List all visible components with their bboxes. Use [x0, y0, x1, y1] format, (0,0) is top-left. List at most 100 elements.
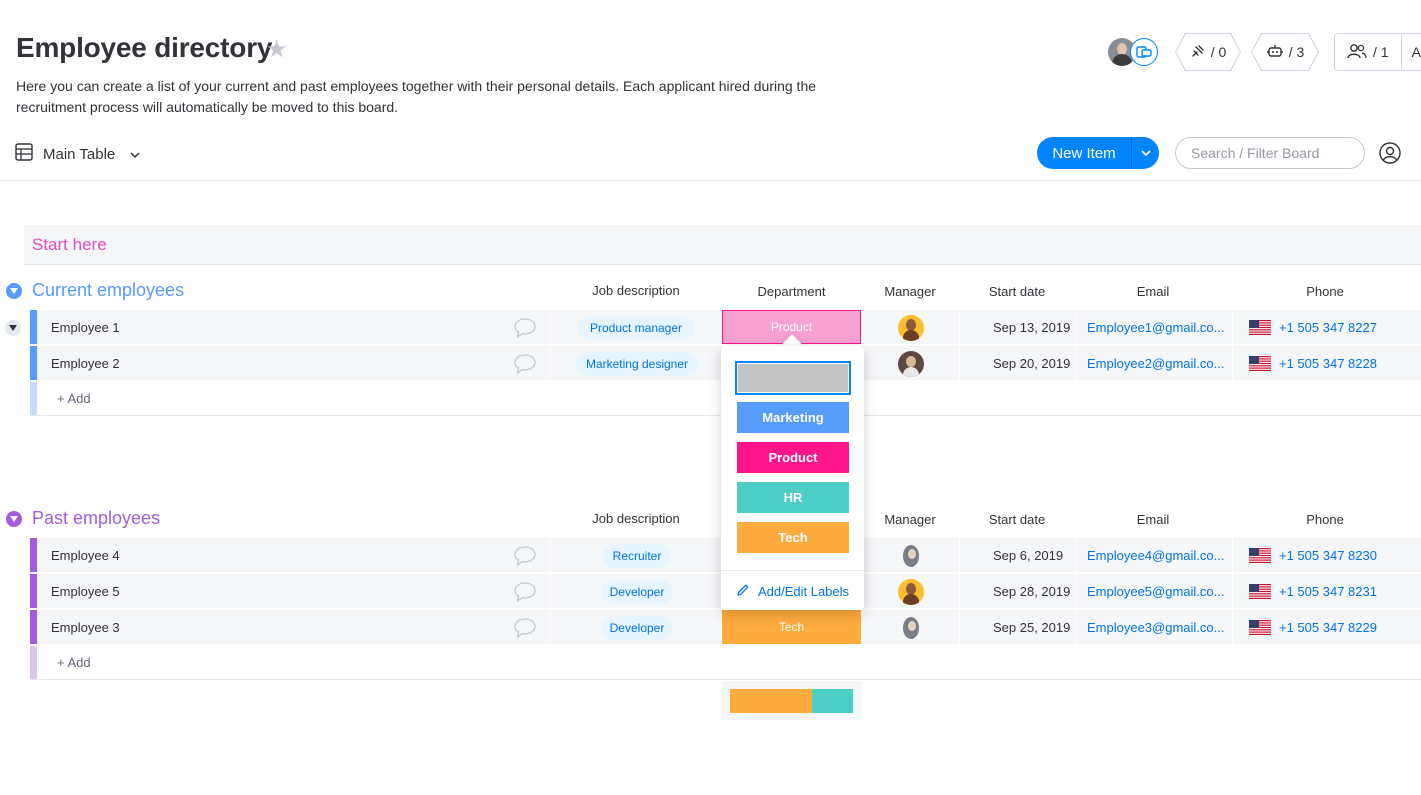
- item-name[interactable]: Employee 5: [51, 574, 120, 608]
- board-title[interactable]: Employee directory: [16, 32, 272, 64]
- phone-cell[interactable]: +1 505 347 8227: [1249, 310, 1377, 344]
- integrations-button[interactable]: / 0: [1175, 33, 1241, 71]
- edit-labels-button[interactable]: Add/Edit Labels: [721, 572, 864, 610]
- job-tag[interactable]: Recruiter: [603, 544, 671, 568]
- automations-count: / 3: [1288, 44, 1305, 60]
- column-header-email[interactable]: Email: [1083, 512, 1223, 527]
- chat-bubble-icon[interactable]: [513, 617, 537, 639]
- phone-cell[interactable]: +1 505 347 8228: [1249, 346, 1377, 380]
- add-item-label[interactable]: + Add: [57, 646, 91, 679]
- new-item-dropdown-icon[interactable]: [1131, 137, 1159, 169]
- department-summary[interactable]: [722, 681, 861, 720]
- label-option-product[interactable]: Product: [737, 442, 849, 473]
- start-date[interactable]: Sep 20, 2019: [993, 346, 1070, 380]
- phone-cell[interactable]: +1 505 347 8229: [1249, 610, 1377, 644]
- row-menu-icon[interactable]: [5, 320, 21, 336]
- department-cell[interactable]: Tech: [722, 610, 861, 644]
- board-description[interactable]: Here you can create a list of your curre…: [16, 76, 836, 118]
- members-icon: [1347, 43, 1367, 62]
- phone-cell[interactable]: +1 505 347 8230: [1249, 538, 1377, 572]
- robot-icon: [1266, 43, 1284, 62]
- label-option-blank[interactable]: [735, 361, 851, 395]
- start-date[interactable]: Sep 25, 2019: [993, 610, 1070, 644]
- column-header-manager[interactable]: Manager: [860, 284, 960, 299]
- person-filter-icon[interactable]: [1379, 142, 1401, 164]
- item-name[interactable]: Employee 4: [51, 538, 120, 572]
- start-date[interactable]: Sep 6, 2019: [993, 538, 1063, 572]
- manager-avatar[interactable]: [898, 351, 924, 377]
- label-option-tech[interactable]: Tech: [737, 522, 849, 553]
- manager-avatar[interactable]: [898, 543, 924, 569]
- column-header-phone[interactable]: Phone: [1255, 284, 1395, 299]
- chat-bubble-icon[interactable]: [513, 545, 537, 567]
- add-item-label[interactable]: + Add: [57, 382, 91, 415]
- group-collapse-icon[interactable]: [6, 510, 22, 527]
- activity-separator: [1400, 33, 1402, 71]
- group-header-past[interactable]: Past employees: [6, 508, 160, 529]
- board-owner-avatars[interactable]: [1108, 38, 1160, 66]
- automations-button[interactable]: / 3: [1251, 33, 1319, 71]
- start-date[interactable]: Sep 28, 2019: [993, 574, 1070, 608]
- us-flag-icon: [1249, 583, 1271, 599]
- manager-avatar[interactable]: [898, 615, 924, 641]
- us-flag-icon: [1249, 355, 1271, 371]
- group-collapse-icon[interactable]: [6, 282, 22, 299]
- label-option-hr[interactable]: HR: [737, 482, 849, 513]
- new-item-label: New Item: [1052, 144, 1116, 162]
- group-start-here[interactable]: Start here: [24, 225, 1421, 265]
- column-header-email[interactable]: Email: [1083, 284, 1223, 299]
- email-link[interactable]: Employee3@gmail.co...: [1087, 610, 1224, 644]
- job-tag[interactable]: Developer: [601, 616, 673, 640]
- manager-avatar[interactable]: [898, 315, 924, 341]
- group-title[interactable]: Past employees: [32, 508, 160, 529]
- activity-label[interactable]: Ac: [1412, 44, 1421, 60]
- members-count: / 1: [1373, 44, 1389, 60]
- cell-separator: [1232, 610, 1233, 644]
- email-link[interactable]: Employee2@gmail.co...: [1087, 346, 1224, 380]
- group-title[interactable]: Current employees: [32, 280, 184, 301]
- chat-bubble-icon[interactable]: [513, 353, 537, 375]
- label-option-marketing[interactable]: Marketing: [737, 402, 849, 433]
- item-name[interactable]: Employee 3: [51, 610, 120, 644]
- favorite-star-icon[interactable]: ★: [266, 38, 288, 62]
- group-title[interactable]: Start here: [32, 235, 107, 255]
- email-link[interactable]: Employee4@gmail.co...: [1087, 538, 1224, 572]
- view-selector[interactable]: Main Table: [15, 143, 141, 165]
- job-tag[interactable]: Product manager: [578, 316, 694, 340]
- phone-cell[interactable]: +1 505 347 8231: [1249, 574, 1377, 608]
- table-row[interactable]: Employee 1 Product manager Product Sep 1…: [30, 310, 1421, 345]
- cell-separator: [550, 310, 551, 344]
- column-header-job[interactable]: Job description: [566, 511, 706, 526]
- job-tag[interactable]: Developer: [601, 580, 673, 604]
- manager-avatar[interactable]: [898, 579, 924, 605]
- edit-labels-label: Add/Edit Labels: [757, 583, 850, 599]
- search-input[interactable]: Search / Filter Board: [1175, 137, 1365, 169]
- new-item-button[interactable]: New Item: [1037, 137, 1159, 169]
- chat-bubble-icon[interactable]: [513, 317, 537, 339]
- row-color-bar: [30, 574, 37, 608]
- column-header-phone[interactable]: Phone: [1255, 512, 1395, 527]
- members-button[interactable]: / 1 Ac: [1334, 33, 1421, 71]
- column-header-start-date[interactable]: Start date: [967, 284, 1067, 299]
- column-header-department[interactable]: Department: [722, 284, 861, 299]
- email-link[interactable]: Employee5@gmail.co...: [1087, 574, 1224, 608]
- add-item-row[interactable]: + Add: [30, 646, 1421, 680]
- phone-number: +1 505 347 8231: [1279, 583, 1377, 599]
- chevron-down-icon: [129, 146, 141, 163]
- summary-segment-tech: [730, 689, 812, 713]
- job-tag[interactable]: Marketing designer: [575, 352, 699, 376]
- table-row[interactable]: Employee 3 Developer Tech Sep 25, 2019 E…: [30, 610, 1421, 645]
- cell-separator: [550, 346, 551, 380]
- column-header-start-date[interactable]: Start date: [967, 512, 1067, 527]
- email-link[interactable]: Employee1@gmail.co...: [1087, 310, 1224, 344]
- row-color-bar: [30, 346, 37, 380]
- cell-separator: [550, 610, 551, 644]
- column-header-manager[interactable]: Manager: [860, 512, 960, 527]
- item-name[interactable]: Employee 2: [51, 346, 120, 380]
- column-header-job[interactable]: Job description: [566, 283, 706, 298]
- chat-bubble-icon[interactable]: [513, 581, 537, 603]
- group-header-current[interactable]: Current employees: [6, 280, 184, 301]
- item-name[interactable]: Employee 1: [51, 310, 120, 344]
- view-label: Main Table: [43, 145, 116, 163]
- start-date[interactable]: Sep 13, 2019: [993, 310, 1070, 344]
